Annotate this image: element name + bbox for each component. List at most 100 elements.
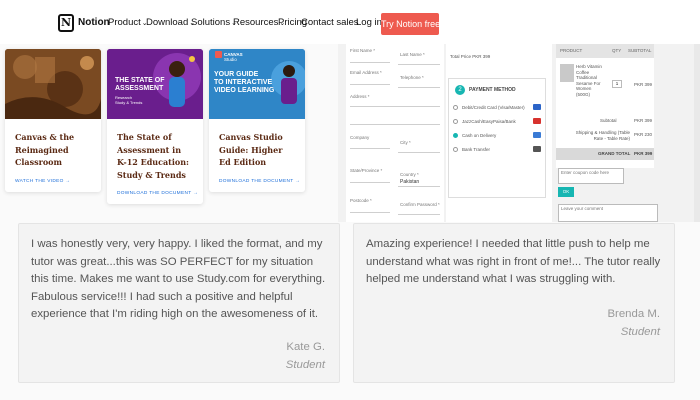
billing-form: First Name * Last Name * Email Address *… bbox=[346, 44, 444, 222]
nav-solutions[interactable]: Solutions⌄ bbox=[191, 17, 237, 28]
apply-coupon-button[interactable]: OK bbox=[558, 187, 574, 197]
label-telephone: Telephone * bbox=[400, 75, 424, 80]
resource-card-3[interactable]: CANVAS Studio YOUR GUIDE TO INTERACTIVE … bbox=[209, 49, 305, 192]
payment-column: Total Price PKR 399 2 PAYMENT METHOD Deb… bbox=[446, 44, 552, 222]
shipping-label: Shipping & Handling (Table Rate - Table … bbox=[575, 130, 630, 141]
card-thumbnail: CANVAS Studio YOUR GUIDE TO INTERACTIVE … bbox=[209, 49, 305, 119]
download-document-link[interactable]: DOWNLOAD THE DOCUMENT → bbox=[209, 169, 305, 192]
payment-option-wallet[interactable]: JazzCash/EasyPaisa/Bank bbox=[462, 119, 516, 124]
nav-download[interactable]: Download⌄ bbox=[146, 17, 195, 28]
address-field[interactable] bbox=[350, 106, 440, 107]
comment-placeholder: Leave your comment bbox=[561, 206, 604, 211]
payment-radio-card[interactable] bbox=[453, 105, 458, 110]
watch-video-link[interactable]: WATCH THE VIDEO → bbox=[5, 169, 101, 192]
thumb-heading-2: ASSESSMENT bbox=[115, 85, 164, 92]
coupon-placeholder: Enter coupon code here bbox=[561, 170, 610, 175]
payment-method-box: 2 PAYMENT METHOD Debit/Credit Card (Visa… bbox=[448, 78, 546, 198]
card-brand-icon bbox=[533, 104, 541, 110]
grand-total-bar: GRAND TOTAL PKR 399 bbox=[556, 148, 654, 160]
cash-icon bbox=[533, 132, 541, 138]
last-name-field[interactable] bbox=[398, 64, 440, 65]
product-name: Herb Vitamin Coffee Traditional Sesame F… bbox=[576, 64, 602, 97]
company-field[interactable] bbox=[350, 148, 390, 149]
label-state: State/Province * bbox=[350, 168, 383, 173]
label-confirm-password: Confirm Password * bbox=[400, 202, 440, 207]
resource-card-2[interactable]: THE STATE OF ASSESSMENT Research Study &… bbox=[107, 49, 203, 204]
grand-total-label: GRAND TOTAL bbox=[598, 151, 631, 156]
payment-radio-bank[interactable] bbox=[453, 147, 458, 152]
classroom-artwork bbox=[5, 49, 101, 119]
bank-icon bbox=[533, 146, 541, 152]
checkout-form-region: First Name * Last Name * Email Address *… bbox=[338, 44, 700, 222]
grand-total-value: PKR 399 bbox=[634, 151, 653, 156]
nav-login[interactable]: Log in bbox=[356, 17, 382, 28]
shipping-value: PKR 230 bbox=[634, 132, 653, 137]
label-company: Company bbox=[350, 135, 370, 140]
summary-header: PRODUCT QTY SUBTOTAL bbox=[556, 44, 654, 58]
thumb-sub-2: Study & Trends bbox=[115, 100, 143, 105]
testimonial-text: Amazing experience! I needed that little… bbox=[366, 238, 661, 286]
testimonial-card-1: I was honestly very, very happy. I liked… bbox=[18, 223, 340, 383]
resource-card-1[interactable]: Canvas & the Reimagined Classroom WATCH … bbox=[5, 49, 101, 192]
page: N Notion Product⌄ Download⌄ Solutions⌄ R… bbox=[0, 0, 700, 400]
email-field[interactable] bbox=[350, 84, 390, 85]
testimonial-author: Brenda M. bbox=[607, 308, 660, 320]
testimonial-role: Student bbox=[620, 326, 660, 338]
header-product: PRODUCT bbox=[560, 48, 583, 53]
product-thumbnail bbox=[560, 64, 574, 82]
postcode-field[interactable] bbox=[350, 212, 390, 213]
coupon-code-input[interactable]: Enter coupon code here bbox=[558, 168, 624, 184]
scrollbar[interactable] bbox=[694, 44, 700, 222]
label-first-name: First Name * bbox=[350, 48, 376, 53]
comment-textarea[interactable]: Leave your comment bbox=[558, 204, 658, 222]
card-title[interactable]: Canvas Studio Guide: Higher Ed Edition bbox=[209, 119, 305, 169]
card-title[interactable]: The State of Assessment in K-12 Educatio… bbox=[107, 119, 203, 181]
confirm-password-field[interactable] bbox=[398, 214, 440, 215]
label-country: Country * bbox=[400, 172, 419, 177]
label-email: Email Address * bbox=[350, 70, 382, 75]
address-field-2[interactable] bbox=[350, 124, 440, 125]
order-summary: PRODUCT QTY SUBTOTAL Herb Vitamin Coffee… bbox=[556, 44, 654, 168]
testimonial-card-2: Amazing experience! I needed that little… bbox=[353, 223, 675, 383]
payment-option-bank[interactable]: Bank Transfer bbox=[462, 147, 490, 152]
city-field[interactable] bbox=[398, 152, 440, 153]
step-number-icon: 2 bbox=[455, 85, 465, 95]
wallet-brand-icon bbox=[533, 118, 541, 124]
payment-method-title: PAYMENT METHOD bbox=[469, 87, 516, 93]
header-subtotal: SUBTOTAL bbox=[628, 48, 652, 53]
telephone-field[interactable] bbox=[398, 87, 440, 88]
try-notion-free-button[interactable]: Try Notion free bbox=[381, 13, 440, 35]
label-address: Address * bbox=[350, 94, 370, 99]
nav-product[interactable]: Product⌄ bbox=[108, 17, 148, 28]
brand-name[interactable]: Notion bbox=[78, 17, 110, 28]
payment-radio-wallet[interactable] bbox=[453, 119, 458, 124]
payment-option-card[interactable]: Debit/Credit Card (Visa/Master) bbox=[462, 105, 525, 110]
label-last-name: Last Name * bbox=[400, 52, 425, 57]
thumb-heading-2: TO INTERACTIVE bbox=[214, 79, 273, 86]
assessment-artwork bbox=[107, 49, 203, 119]
testimonial-author: Kate G. bbox=[286, 341, 325, 353]
payment-radio-cod[interactable] bbox=[453, 133, 458, 138]
thumb-brand-sub: Studio bbox=[224, 57, 237, 62]
total-price-line: Total Price PKR 399 bbox=[450, 54, 491, 59]
state-field[interactable] bbox=[350, 182, 390, 183]
card-title[interactable]: Canvas & the Reimagined Classroom bbox=[5, 119, 101, 169]
payment-option-cod[interactable]: Cash on Delivery bbox=[462, 133, 496, 138]
download-document-link[interactable]: DOWNLOAD THE DOCUMENT → bbox=[107, 181, 203, 204]
thumb-heading-1: YOUR GUIDE bbox=[214, 71, 259, 78]
thumb-heading-3: VIDEO LEARNING bbox=[214, 87, 275, 94]
thumb-heading-1: THE STATE OF bbox=[115, 77, 165, 84]
notion-logo-icon[interactable]: N bbox=[58, 14, 74, 32]
testimonial-role: Student bbox=[285, 359, 325, 371]
quantity-stepper[interactable]: 1 bbox=[612, 80, 622, 88]
nav-contact-sales[interactable]: Contact sales bbox=[301, 17, 359, 28]
country-select[interactable] bbox=[398, 186, 440, 187]
label-city: City * bbox=[400, 140, 411, 145]
first-name-field[interactable] bbox=[350, 62, 390, 63]
subtotal-value: PKR 399 bbox=[634, 118, 653, 123]
testimonial-text: I was honestly very, very happy. I liked… bbox=[31, 238, 326, 321]
header-qty: QTY bbox=[612, 48, 622, 53]
top-navbar: N Notion Product⌄ Download⌄ Solutions⌄ R… bbox=[0, 0, 700, 44]
subtotal-label: Subtotal bbox=[600, 118, 617, 123]
country-value[interactable]: Pakistan bbox=[400, 179, 419, 185]
